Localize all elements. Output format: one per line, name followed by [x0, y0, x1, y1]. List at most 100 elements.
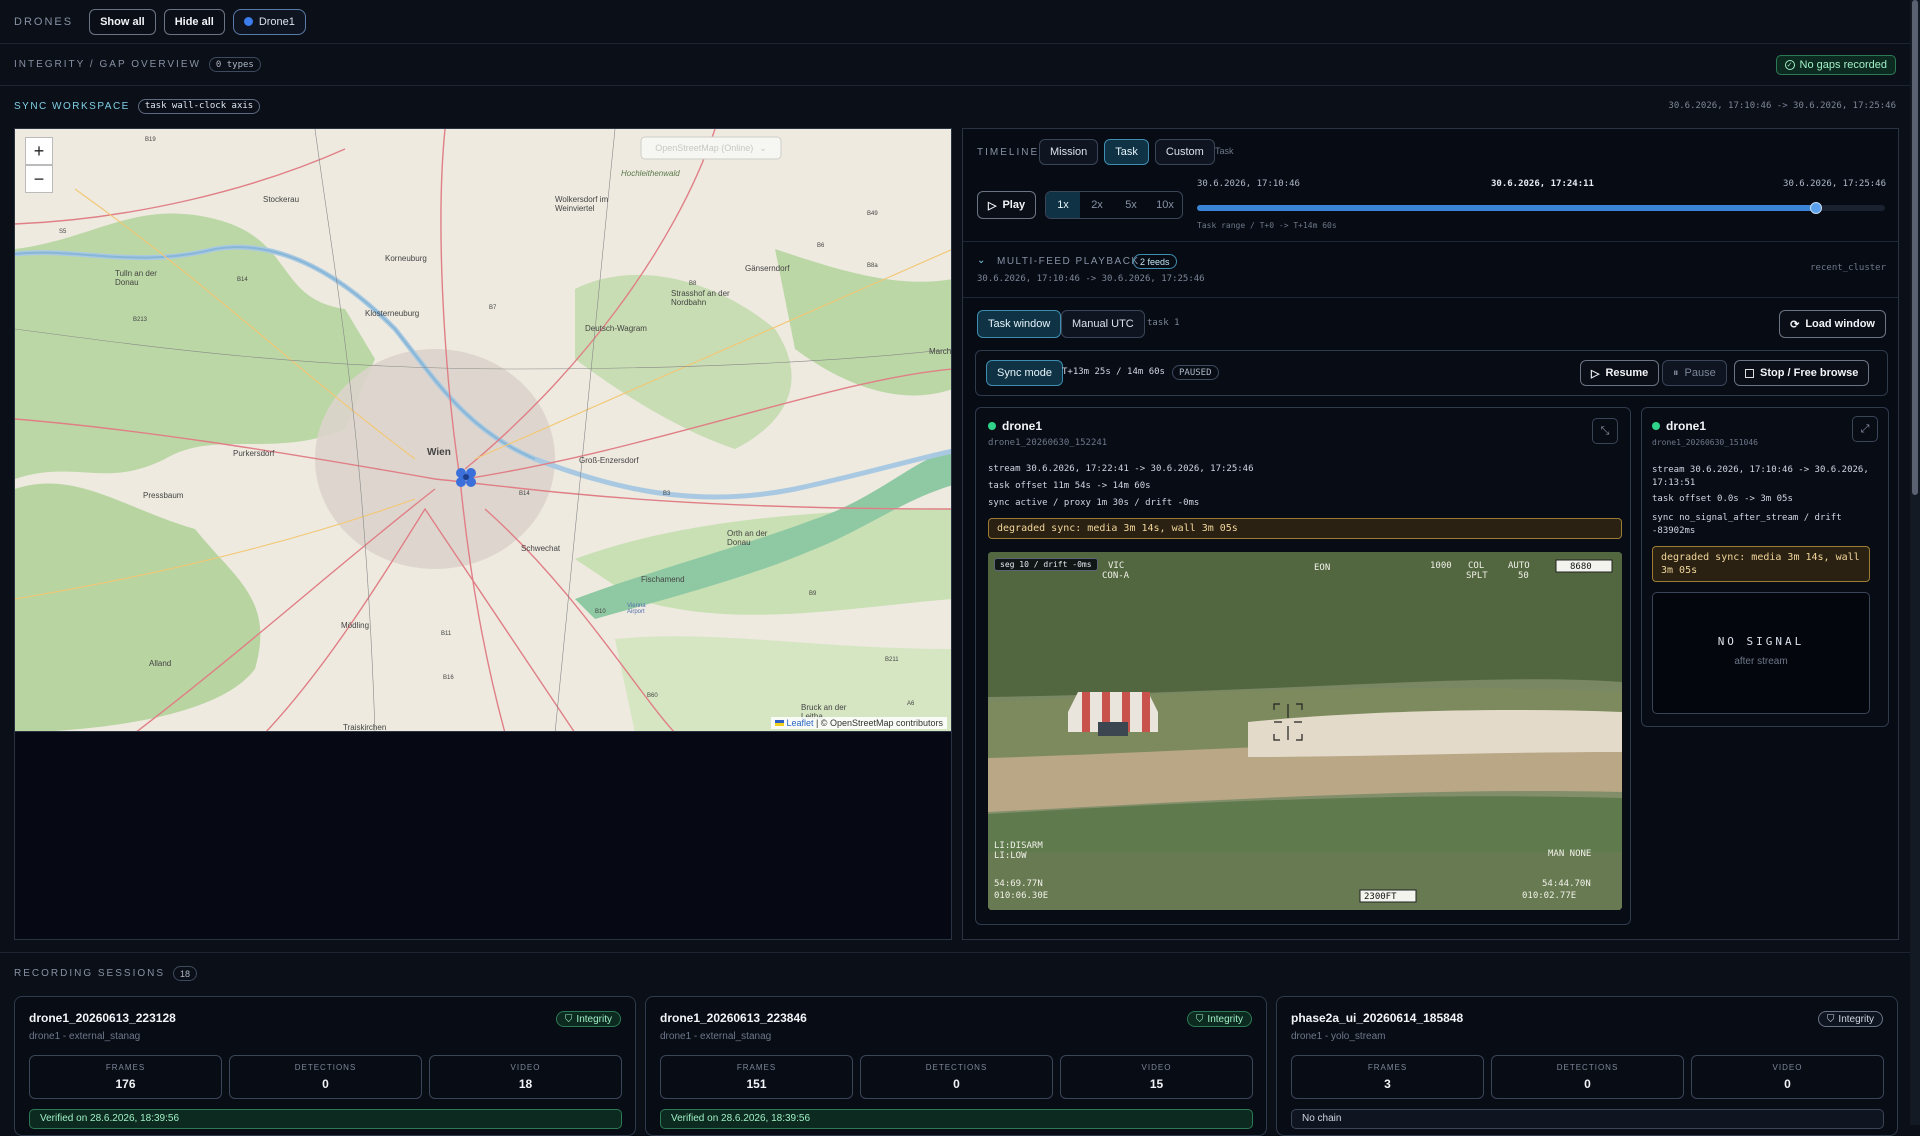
degraded-sync-warning: degraded sync: media 3m 14s, wall 3m 05s	[988, 518, 1622, 539]
sync-mode-button[interactable]: Sync mode	[986, 360, 1064, 386]
tab-mission[interactable]: Mission	[1039, 139, 1099, 165]
integrity-badge-label: Integrity	[1207, 1013, 1243, 1025]
recording-sessions-header: RECORDING SESSIONS 18	[0, 952, 1910, 994]
frames-stat: FRAMES 176	[29, 1055, 222, 1099]
video-stat: VIDEO 15	[1060, 1055, 1253, 1099]
session-card[interactable]: drone1_20260613_223846 drone1 - external…	[645, 996, 1267, 1136]
stat-value: 151	[746, 1077, 767, 1091]
hud-text: 010:02.77E	[1522, 891, 1576, 901]
hud-text: LI:LOW	[994, 851, 1027, 861]
play-icon: ▷	[1591, 367, 1600, 380]
drone-chip-label: Drone1	[258, 15, 295, 28]
speed-5x[interactable]: 5x	[1114, 192, 1148, 218]
task-window-button[interactable]: Task window	[977, 310, 1062, 338]
session-card[interactable]: phase2a_ui_20260614_185848 drone1 - yolo…	[1276, 996, 1898, 1136]
no-signal-panel: NO SIGNAL after stream	[1652, 592, 1870, 714]
manual-utc-button[interactable]: Manual UTC	[1061, 310, 1145, 338]
video-frame[interactable]: EON VIC CON-A 1000 COL SPLT AUTO 50 LI:D…	[988, 552, 1622, 910]
speed-1x[interactable]: 1x	[1046, 192, 1080, 218]
drone-chip[interactable]: Drone1	[232, 8, 306, 35]
check-circle-icon: ✓	[1784, 59, 1795, 70]
video-stat: VIDEO 18	[429, 1055, 622, 1099]
road-label: B49	[867, 211, 878, 217]
map-place: Schwechat	[521, 544, 561, 553]
drone-marker-icon[interactable]	[453, 465, 479, 489]
map-view[interactable]: + − OpenStreetMap (Online) ⌄ Stockerau W…	[14, 128, 952, 732]
frames-stat: FRAMES 3	[1291, 1055, 1484, 1099]
tab-task[interactable]: Task	[1104, 139, 1149, 165]
show-all-button[interactable]: Show all	[89, 8, 156, 35]
collapse-chevron-icon[interactable]: ⌄	[977, 255, 985, 266]
stat-value: 15	[1149, 1077, 1164, 1091]
stop-free-browse-button[interactable]: Stop / Free browse	[1734, 360, 1870, 386]
timeline-end: 30.6.2026, 17:25:46	[1783, 179, 1886, 189]
integrity-badge-label: Integrity	[576, 1013, 612, 1025]
stat-label: FRAMES	[736, 1063, 777, 1072]
map-place: Klosterneuburg	[365, 309, 420, 318]
timeline-panel: TIMELINE Mission Task Custom Task ▷ Play…	[962, 128, 1899, 940]
road-label: B16	[443, 675, 454, 681]
integrity-badge[interactable]: ⛉ Integrity	[1186, 1011, 1252, 1027]
feed-sync: sync active / proxy 1m 30s / drift -0ms	[988, 498, 1200, 508]
road-label: B8a	[867, 263, 878, 269]
ukraine-flag-icon	[774, 720, 784, 726]
load-window-label: Load window	[1805, 318, 1875, 330]
scrollbar-thumb[interactable]	[1912, 0, 1918, 495]
load-window-button[interactable]: ⟳ Load window	[1779, 310, 1886, 338]
speed-2x[interactable]: 2x	[1080, 192, 1114, 218]
map-place: Marchegg	[929, 347, 952, 356]
map-place: Pressbaum	[143, 491, 184, 500]
session-name: drone1_20260613_223846	[660, 1011, 807, 1025]
stat-label: DETECTIONS	[1556, 1063, 1619, 1072]
play-button[interactable]: ▷ Play	[977, 191, 1037, 219]
leaflet-link[interactable]: Leaflet	[786, 718, 813, 728]
timeline-slider[interactable]	[1197, 202, 1885, 214]
layer-selector[interactable]: OpenStreetMap (Online) ⌄	[641, 137, 781, 159]
map-place: Wien	[427, 447, 451, 458]
detections-stat: DETECTIONS 0	[860, 1055, 1053, 1099]
video-stat: VIDEO 0	[1691, 1055, 1884, 1099]
pause-button[interactable]: ⏸ Pause	[1662, 360, 1727, 386]
hide-all-button[interactable]: Hide all	[163, 8, 225, 35]
stat-value: 3	[1384, 1077, 1391, 1091]
map-place: Fischamend	[641, 575, 685, 584]
map-place: Hochleithenwald	[621, 169, 680, 178]
road-label: B7	[489, 305, 497, 311]
session-name: phase2a_ui_20260614_185848	[1291, 1011, 1464, 1025]
feed-stream: stream 30.6.2026, 17:10:46 -> 30.6.2026,…	[1652, 465, 1869, 488]
stat-label: FRAMES	[105, 1063, 146, 1072]
session-source: drone1 - yolo_stream	[1291, 1031, 1386, 1042]
page-scrollbar[interactable]	[1910, 0, 1920, 1125]
sync-mode-bar: Sync mode T+13m 25s / 14m 60s PAUSED ▷ R…	[975, 350, 1888, 396]
hud-text: COL	[1468, 561, 1484, 571]
no-signal-label: NO SIGNAL	[1717, 635, 1805, 648]
integrity-badge[interactable]: ⛉ Integrity	[555, 1011, 621, 1027]
map-place: Orth an der Donau	[727, 529, 768, 547]
feed-id: drone1_20260630_152241	[988, 438, 1108, 448]
collapse-icon[interactable]: ⤡	[1592, 418, 1618, 444]
sync-status: T+13m 25s / 14m 60s	[1062, 367, 1165, 377]
road-label: B60	[647, 693, 658, 699]
resume-button[interactable]: ▷ Resume	[1580, 360, 1660, 386]
integrity-overview: INTEGRITY / GAP OVERVIEW 0 types ✓ No ga…	[0, 44, 1910, 86]
speed-10x[interactable]: 10x	[1148, 192, 1182, 218]
types-chip: 0 types	[208, 57, 261, 72]
stat-label: FRAMES	[1367, 1063, 1408, 1072]
tab-custom[interactable]: Custom	[1154, 139, 1215, 165]
road-label: B213	[133, 317, 148, 323]
playback-range: 30.6.2026, 17:10:46 -> 30.6.2026, 17:25:…	[977, 274, 1205, 284]
timeline-handle[interactable]	[1810, 202, 1823, 214]
hud-text: AUTO	[1508, 561, 1530, 571]
feed-offset: task offset 0.0s -> 3m 05s	[1652, 494, 1793, 504]
session-card[interactable]: drone1_20260613_223128 drone1 - external…	[14, 996, 636, 1136]
zoom-out-button[interactable]: −	[25, 165, 53, 193]
zoom-in-button[interactable]: +	[25, 137, 53, 165]
map-place: Purkersdorf	[233, 449, 275, 458]
hud-text: 50	[1518, 571, 1529, 581]
expand-icon[interactable]: ⤢	[1852, 416, 1878, 442]
road-label: B9	[809, 591, 817, 597]
hud-text: CON-A	[1102, 571, 1130, 581]
integrity-badge[interactable]: ⛉ Integrity	[1817, 1011, 1883, 1027]
timeline-fill	[1197, 205, 1817, 211]
feed-card-primary: drone1 drone1_20260630_152241 ⤡ stream 3…	[975, 407, 1631, 925]
